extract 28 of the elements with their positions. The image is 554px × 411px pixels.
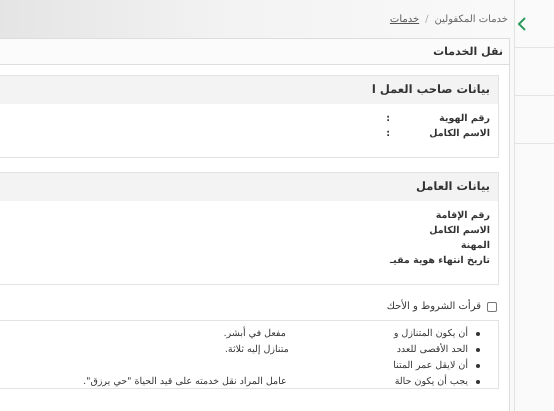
field-label: تاريخ انتهاء هوية مقيـ	[390, 255, 490, 266]
panel-title: بيانات صاحب العمل ا	[0, 76, 498, 104]
field-label: المهنة	[460, 240, 490, 251]
bullet-icon	[476, 380, 480, 384]
term-text: متنازل إليه ثلاثة.	[224, 344, 289, 355]
bullet-icon	[476, 332, 480, 336]
term-text: أن يكون المتنازل و	[394, 328, 468, 339]
field-label: الاسم الكامل	[428, 128, 490, 139]
field-label: رقم الهوية	[438, 113, 490, 124]
bullet-icon	[476, 364, 480, 368]
term-text: يجب أن يكون حالة	[394, 376, 468, 387]
field-colon: :	[386, 113, 390, 124]
term-text: أن لايقل عمر المتنا	[393, 360, 468, 371]
card-title: نقل الخدمات	[0, 39, 509, 65]
breadcrumb-item[interactable]: خدمات المكفولين	[434, 14, 508, 24]
checkbox-label: قرأت الشروط و الأحك	[386, 301, 481, 312]
breadcrumb-link[interactable]: خدمات	[390, 14, 420, 24]
term-text: الحد الأقصى للعدد	[396, 344, 468, 355]
terms-checkbox[interactable]	[487, 302, 497, 312]
field-label: الاسم الكامل	[428, 225, 490, 236]
chevron-left-icon[interactable]	[517, 16, 527, 30]
bullet-icon	[476, 348, 480, 352]
field-label: رقم الإقامة	[434, 210, 490, 221]
field-colon: :	[386, 128, 390, 139]
term-text: مفعل في أبشر.	[224, 328, 286, 339]
term-text: عامل المراد نقل خدمته على قيد الحياة "حي يرزق".	[83, 376, 287, 387]
panel-title: بيانات العامل	[0, 173, 498, 201]
breadcrumb-separator: /	[425, 14, 429, 24]
